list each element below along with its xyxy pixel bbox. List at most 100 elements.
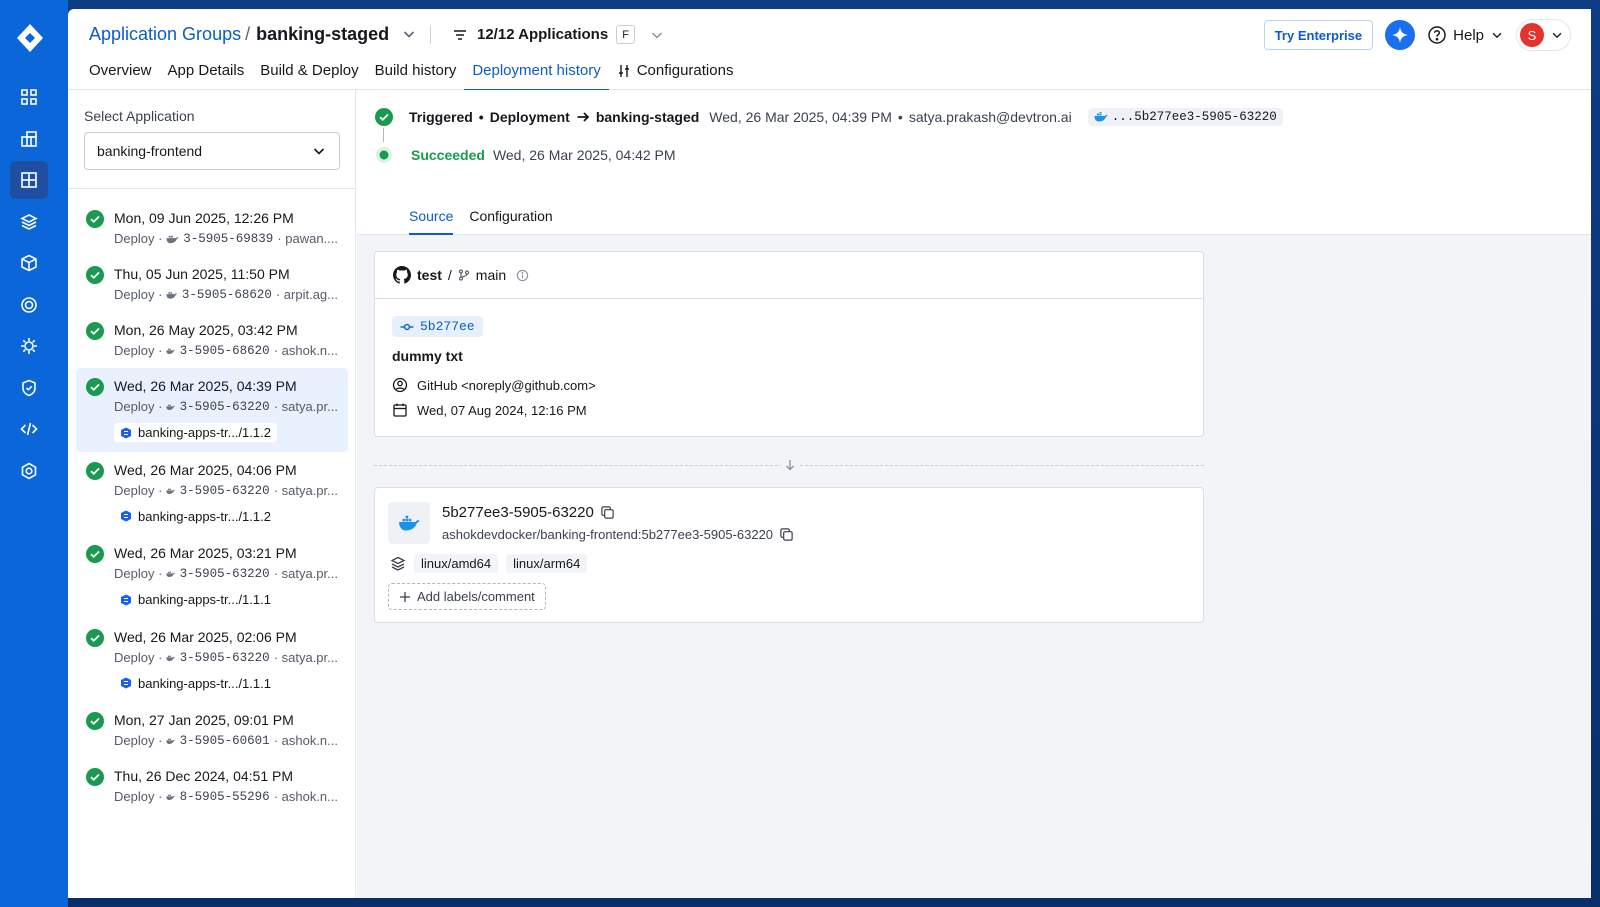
artifact-image-row: ashokdevdocker/banking-frontend:5b277ee3… — [442, 527, 794, 542]
tab-app-details[interactable]: App Details — [160, 61, 253, 91]
deployment-list: Mon, 09 Jun 2025, 12:26 PM Deploy · 3-5905… — [76, 200, 348, 814]
commit-hash-badge[interactable]: 5b277ee — [392, 316, 483, 337]
info-icon[interactable] — [516, 269, 529, 282]
trigger-bullet: • — [478, 109, 484, 125]
deployment-list-item[interactable]: Wed, 26 Mar 2025, 04:39 PM Deploy · 3-5905… — [76, 368, 348, 452]
success-check-icon — [86, 768, 104, 786]
application-select-value: banking-frontend — [97, 143, 203, 159]
tab-source[interactable]: Source — [409, 208, 454, 235]
add-labels-label: Add labels/comment — [417, 589, 535, 604]
help-circle-icon — [1428, 26, 1446, 44]
docker-icon — [1094, 112, 1108, 122]
sliders-icon — [618, 65, 629, 77]
deployment-date: Mon, 26 May 2025, 03:42 PM — [114, 322, 298, 338]
devtron-logo-icon[interactable] — [14, 22, 46, 54]
commit-date: Wed, 07 Aug 2024, 12:16 PM — [417, 402, 587, 418]
add-labels-button[interactable]: Add labels/comment — [388, 583, 546, 610]
commit-hash: 5b277ee — [420, 319, 475, 334]
tab-overview[interactable]: Overview — [89, 61, 160, 91]
application-groups-nav-icon[interactable] — [10, 161, 48, 199]
code-nav-icon[interactable] — [10, 410, 48, 448]
deployment-meta: Deploy · 3-5905-68620 · ashok.n... — [114, 342, 338, 360]
deployment-list-item[interactable]: Mon, 26 May 2025, 03:42 PM Deploy · 3-5905… — [76, 312, 348, 368]
deployment-list-item[interactable]: Wed, 26 Mar 2025, 02:06 PM Deploy · 3-5905… — [76, 619, 348, 703]
deployment-list-item[interactable]: Thu, 05 Jun 2025, 11:50 PM Deploy · 3-5905… — [76, 256, 348, 312]
source-card-header: test / main — [375, 252, 1203, 299]
tab-build-history[interactable]: Build history — [367, 61, 465, 91]
chart-store-nav-icon[interactable] — [10, 120, 48, 158]
chevron-down-icon[interactable] — [649, 27, 665, 43]
deployment-user: · satya.pr... — [273, 649, 338, 665]
success-check-icon — [86, 461, 104, 480]
image-tag-text: ...5b277ee3-5905-63220 — [1111, 110, 1277, 124]
deployment-meta: Deploy · 3-5905-63220 · satya.pr... — [114, 565, 338, 583]
copy-icon[interactable] — [600, 505, 615, 520]
success-check-icon — [86, 210, 104, 228]
chart-version-chip: banking-apps-tr.../1.1.2 — [114, 423, 277, 442]
deployment-image: 3-5905-68620 — [181, 288, 272, 302]
chart-version: banking-apps-tr.../1.1.1 — [138, 675, 271, 691]
applications-nav-icon[interactable] — [10, 78, 48, 116]
copy-icon[interactable] — [779, 527, 794, 542]
success-check-icon — [86, 266, 104, 284]
deployment-user: · ashok.n... — [273, 789, 338, 804]
docker-icon — [166, 348, 176, 354]
layers-icon — [390, 556, 406, 571]
user-menu[interactable]: S — [1516, 19, 1571, 51]
applications-count: 12/12 Applications — [477, 26, 609, 43]
bulk-edit-nav-icon[interactable] — [10, 327, 48, 365]
chevron-down-icon[interactable] — [401, 26, 417, 42]
deployment-list-item[interactable]: Mon, 09 Jun 2025, 12:26 PM Deploy · 3-5905… — [76, 200, 348, 256]
deployment-list-item[interactable]: Mon, 27 Jan 2025, 09:01 PM Deploy · 3-5905… — [76, 702, 348, 758]
current-group-name[interactable]: banking-staged — [256, 24, 389, 45]
deployment-date: Wed, 26 Mar 2025, 03:21 PM — [114, 545, 297, 561]
status-time: Wed, 26 Mar 2025, 04:42 PM — [492, 147, 676, 163]
helm-chart-icon — [121, 594, 131, 605]
tab-configuration[interactable]: Configuration — [469, 208, 552, 235]
applications-filter[interactable]: 12/12 Applications F — [452, 25, 665, 44]
image-tag-badge[interactable]: ...5b277ee3-5905-63220 — [1087, 108, 1283, 126]
deployment-user: · satya.pr... — [273, 399, 338, 414]
help-menu[interactable]: Help — [1427, 25, 1504, 45]
try-enterprise-button[interactable]: Try Enterprise — [1263, 20, 1374, 50]
source-card: test / main 5b277ee dummy txt GitHub <no… — [374, 251, 1204, 437]
helm-chart-icon — [121, 510, 131, 522]
deployment-meta: Deploy · 3-5905-69839 · pawan.... — [114, 230, 338, 248]
breadcrumb-application-groups[interactable]: Application Groups — [89, 24, 241, 45]
deployment-date: Wed, 26 Mar 2025, 04:39 PM — [114, 378, 297, 394]
tab-configurations[interactable]: Configurations — [609, 61, 742, 91]
tab-build-deploy[interactable]: Build & Deploy — [252, 61, 366, 91]
shield-nav-icon[interactable] — [10, 369, 48, 407]
deployment-list-item[interactable]: Wed, 26 Mar 2025, 03:21 PM Deploy · 3-5905… — [76, 535, 348, 619]
deployment-list-item[interactable]: Thu, 26 Dec 2024, 04:51 PM Deploy · 8-5905… — [76, 758, 348, 814]
security-nav-icon[interactable] — [10, 286, 48, 324]
bullet-separator: • — [897, 109, 903, 125]
deployment-list-item[interactable]: Wed, 26 Mar 2025, 04:06 PM Deploy · 3-5905… — [76, 452, 348, 536]
deployment-target: banking-staged — [595, 109, 700, 125]
deployment-type: Deploy · — [114, 789, 163, 804]
ai-assistant-icon[interactable] — [1385, 20, 1416, 50]
chart-version-chip: banking-apps-tr.../1.1.1 — [114, 673, 277, 693]
chevron-down-icon — [1492, 32, 1502, 39]
branch-separator: / — [447, 267, 452, 283]
artifact-tag: 5b277ee3-5905-63220 — [442, 504, 594, 521]
deployments-nav-icon[interactable] — [10, 244, 48, 282]
helm-chart-icon — [121, 427, 131, 438]
app-tabs: Overview App Details Build & Deploy Buil… — [89, 61, 741, 91]
docker-icon — [166, 655, 176, 661]
platform-tag: linux/amd64 — [414, 554, 499, 573]
deployment-user: · pawan.... — [277, 231, 338, 246]
calendar-icon — [393, 403, 407, 417]
application-select[interactable]: banking-frontend — [84, 132, 340, 170]
settings-nav-icon[interactable] — [10, 452, 48, 490]
deployment-image: 8-5905-55296 — [179, 790, 270, 804]
artifact-image: ashokdevdocker/banking-frontend:5b277ee3… — [442, 527, 774, 542]
trigger-row: Triggered • Deployment banking-staged We… — [375, 108, 1283, 126]
select-application-label: Select Application — [84, 108, 195, 124]
chart-version: banking-apps-tr.../1.1.2 — [138, 425, 271, 440]
breadcrumb: Application Groups / banking-staged — [89, 23, 417, 45]
resource-browser-nav-icon[interactable] — [10, 203, 48, 241]
tab-deployment-history[interactable]: Deployment history — [464, 61, 609, 91]
user-circle-icon — [392, 377, 408, 393]
deployment-image: 3-5905-63220 — [179, 483, 270, 498]
